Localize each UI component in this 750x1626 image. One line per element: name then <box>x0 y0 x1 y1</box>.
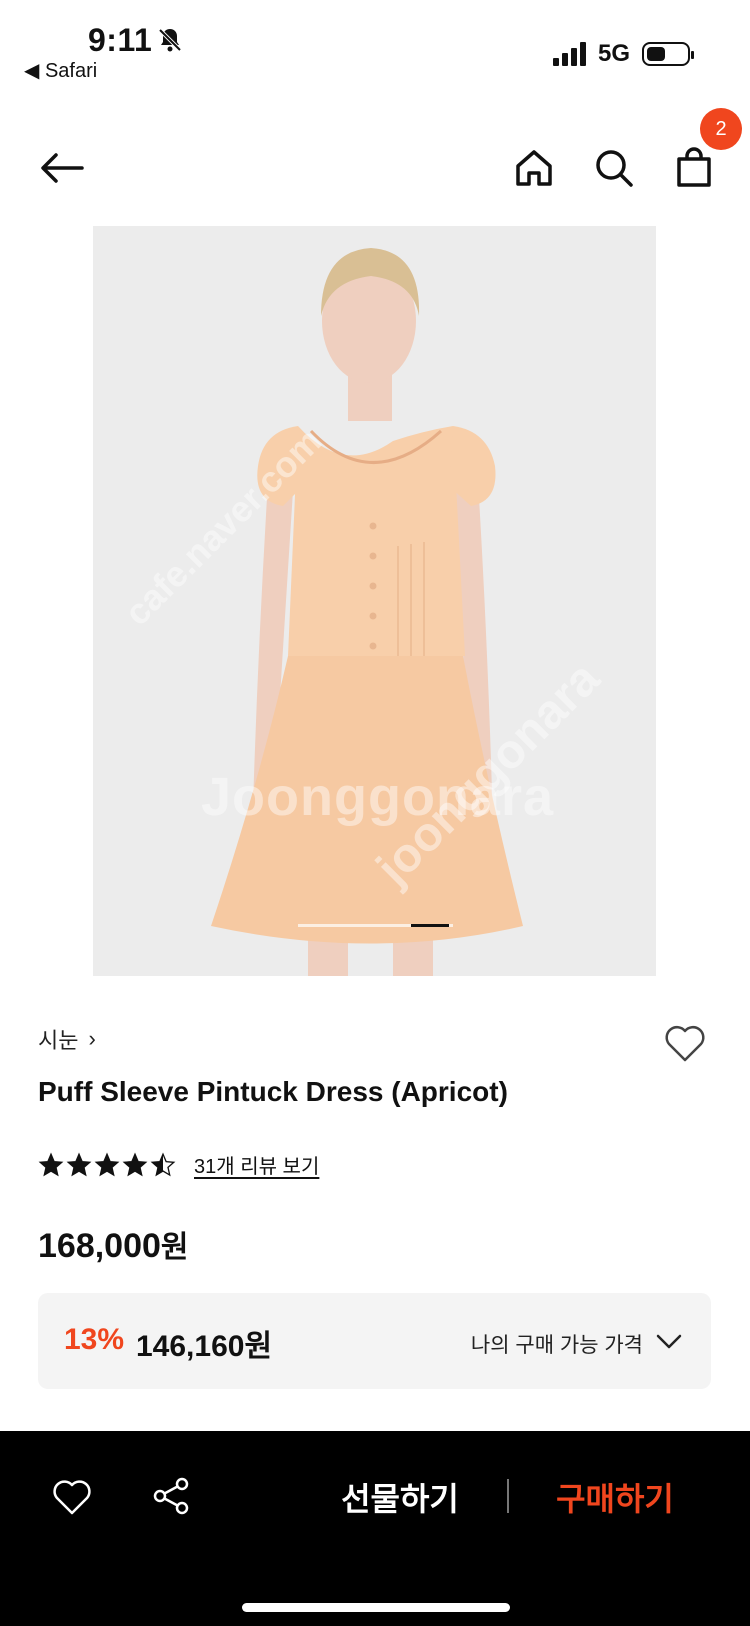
brand-link[interactable]: 시눈 › <box>38 1023 96 1055</box>
bell-slash-icon <box>156 26 184 54</box>
shopping-bag-icon[interactable]: 2 <box>664 108 742 198</box>
signal-icon <box>552 42 586 66</box>
star-icon <box>122 1151 148 1176</box>
home-icon[interactable] <box>504 138 564 198</box>
gift-button[interactable]: 선물하기 <box>300 1467 500 1527</box>
bottom-action-bar: 선물하기 구매하기 <box>0 1431 750 1626</box>
product-photo <box>93 226 656 976</box>
status-time: 9:11 <box>88 22 153 58</box>
network-type: 5G <box>597 40 630 67</box>
back-to-safari[interactable]: ◀ Safari <box>24 58 97 83</box>
star-icon <box>150 1151 176 1176</box>
my-price-label: 나의 구매 가능 가격 <box>470 1334 643 1357</box>
divider <box>507 1479 509 1513</box>
rating-stars <box>38 1151 176 1178</box>
gallery-progress-thumb <box>411 924 449 927</box>
status-bar: 9:11 ◀ Safari 5G <box>0 0 750 100</box>
back-arrow-icon[interactable] <box>32 138 92 198</box>
original-price: 168,000원 <box>38 1222 189 1266</box>
rating-row: 31개 리뷰 보기 <box>38 1150 319 1179</box>
battery-icon <box>642 42 694 66</box>
star-icon <box>94 1151 120 1176</box>
chevron-down-icon <box>655 1327 683 1355</box>
status-indicators: 5G <box>552 40 694 68</box>
cart-count-badge: 2 <box>700 108 742 150</box>
search-icon[interactable] <box>584 138 644 198</box>
product-title: Puff Sleeve Pintuck Dress (Apricot) <box>38 1076 508 1107</box>
favorite-heart-icon[interactable] <box>662 1020 708 1066</box>
heart-icon[interactable] <box>50 1475 94 1519</box>
top-nav: 2 <box>0 108 750 220</box>
brand-name: 시눈 <box>38 1028 79 1053</box>
discount-price: 146,160원 <box>136 1330 273 1363</box>
my-price-dropdown[interactable]: 13% 146,160원 나의 구매 가능 가격 <box>38 1293 711 1389</box>
home-indicator <box>242 1603 510 1612</box>
star-icon <box>66 1151 92 1176</box>
original-price-value: 168,000 <box>38 1227 161 1265</box>
product-image-gallery[interactable]: cafe.naver.com Joonggonara joonggonara <box>93 226 656 976</box>
discount-rate: 13% <box>64 1323 125 1356</box>
chevron-right-icon: › <box>88 1026 96 1051</box>
original-price-unit: 원 <box>160 1231 189 1264</box>
share-icon[interactable] <box>150 1475 192 1517</box>
star-icon <box>38 1151 64 1176</box>
buy-button[interactable]: 구매하기 <box>520 1467 710 1527</box>
review-link[interactable]: 31개 리뷰 보기 <box>194 1150 319 1179</box>
